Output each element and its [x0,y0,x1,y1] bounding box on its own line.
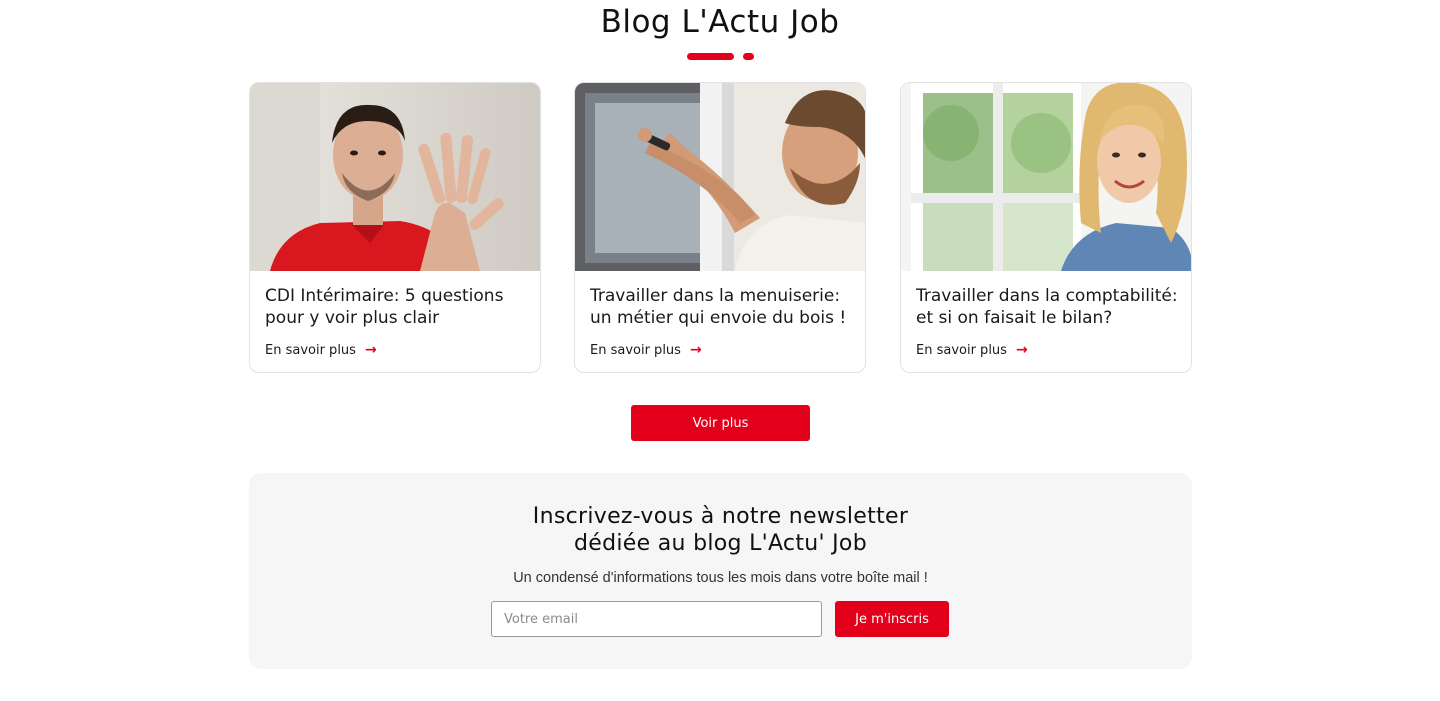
article-card[interactable]: Travailler dans la menuiserie: un métier… [574,82,866,373]
article-image-smiling-woman[interactable] [901,83,1191,271]
email-field[interactable] [491,601,822,637]
article-image-carpenter[interactable] [575,83,865,271]
arrow-right-icon: → [1015,342,1028,358]
read-more-label: En savoir plus [916,342,1007,358]
read-more-link[interactable]: En savoir plus → [590,341,702,359]
newsletter-title-line2: dédiée au blog L'Actu' Job [574,531,867,556]
article-title[interactable]: CDI Intérimaire: 5 questions pour y voir… [265,285,531,329]
arrow-right-icon: → [364,342,377,358]
arrow-right-icon: → [689,342,702,358]
article-title[interactable]: Travailler dans la comptabilité: et si o… [916,285,1182,329]
read-more-label: En savoir plus [265,342,356,358]
read-more-link[interactable]: En savoir plus → [916,341,1028,359]
newsletter-section: Inscrivez-vous à notre newsletter dédiée… [249,473,1192,669]
newsletter-subtitle: Un condensé d'informations tous les mois… [513,570,928,586]
see-more-button[interactable]: Voir plus [631,405,810,441]
newsletter-title: Inscrivez-vous à notre newsletter dédiée… [249,503,1192,557]
article-title[interactable]: Travailler dans la menuiserie: un métier… [590,285,856,329]
title-underline-bar [687,53,734,60]
newsletter-title-line1: Inscrivez-vous à notre newsletter [532,504,909,529]
blog-title: Blog L'Actu Job [600,4,840,40]
read-more-label: En savoir plus [590,342,681,358]
article-card[interactable]: Travailler dans la comptabilité: et si o… [900,82,1192,373]
subscribe-button[interactable]: Je m'inscris [835,601,949,637]
article-image-man-five-fingers[interactable] [250,83,540,271]
title-underline-dot [743,53,754,60]
read-more-link[interactable]: En savoir plus → [265,341,377,359]
article-card[interactable]: CDI Intérimaire: 5 questions pour y voir… [249,82,541,373]
